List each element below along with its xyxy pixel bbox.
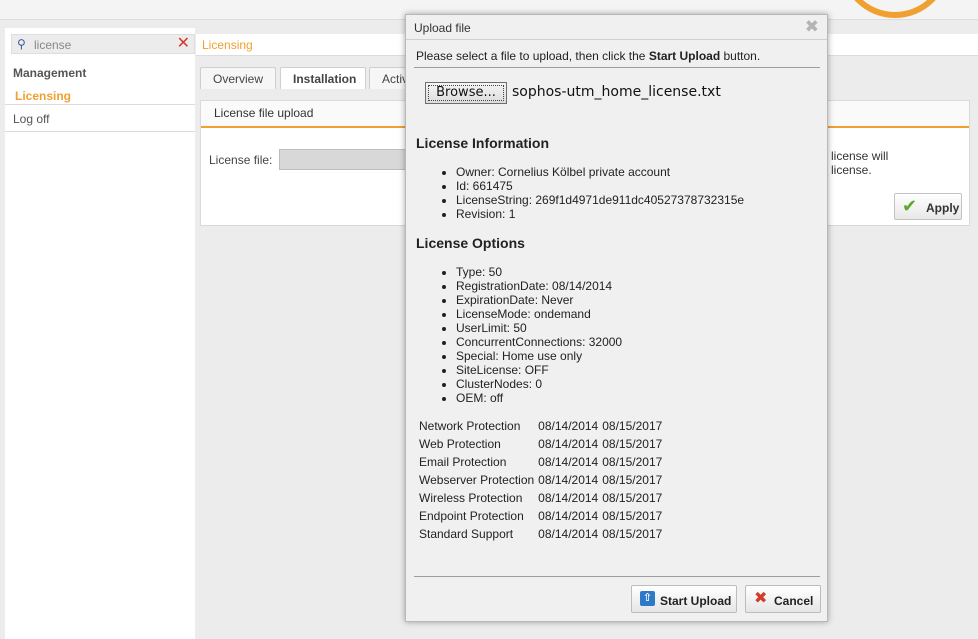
list-item: Owner: Cornelius Kölbel private account <box>456 165 744 179</box>
breadcrumb-licensing: Licensing <box>202 38 253 52</box>
start-upload-button[interactable]: ⇧ Start Upload <box>631 585 737 613</box>
left-navigation: ⚲ ✕ Management Licensing Log off <box>5 28 195 639</box>
product-name: Standard Support <box>419 527 514 541</box>
close-icon: ✖ <box>754 590 768 607</box>
instruction-prefix: Please select a file to upload, then cli… <box>416 49 649 63</box>
upload-file-dialog: Upload file ✖ Please select a file to up… <box>405 14 828 622</box>
table-row: Endpoint Protection 08/14/2014 08/15/2017 <box>417 507 664 525</box>
license-note-line2: license. <box>831 163 872 177</box>
list-item: Special: Home use only <box>456 349 622 363</box>
tab-installation[interactable]: Installation <box>280 67 366 89</box>
close-icon[interactable]: ✖ <box>805 17 819 37</box>
license-note-line1: license will <box>831 149 889 163</box>
license-information-title: License Information <box>416 135 550 151</box>
dialog-title: Upload file <box>414 21 471 35</box>
tab-activation[interactable]: Activ <box>369 67 409 89</box>
license-information-list: Owner: Cornelius Kölbel private account … <box>406 165 744 221</box>
license-file-label: License file: <box>209 153 273 167</box>
product-start: 08/14/2014 <box>538 437 599 451</box>
tab-overview[interactable]: Overview <box>200 67 276 89</box>
product-end: 08/15/2017 <box>602 509 663 523</box>
product-end: 08/15/2017 <box>602 491 663 505</box>
divider <box>406 39 827 40</box>
product-end: 08/15/2017 <box>602 455 663 469</box>
product-end: 08/15/2017 <box>602 437 663 451</box>
search-input[interactable] <box>34 36 174 53</box>
list-item: OEM: off <box>456 391 622 405</box>
table-row: Email Protection 08/14/2014 08/15/2017 <box>417 453 664 471</box>
product-start: 08/14/2014 <box>538 473 599 487</box>
list-item: RegistrationDate: 08/14/2014 <box>456 279 622 293</box>
panel-title: License file upload <box>214 106 314 120</box>
list-item: ClusterNodes: 0 <box>456 377 622 391</box>
start-upload-label: Start Upload <box>660 594 732 608</box>
table-row: Standard Support 08/14/2014 08/15/2017 <box>417 525 664 543</box>
product-start: 08/14/2014 <box>538 527 599 541</box>
divider <box>5 131 195 132</box>
product-start: 08/14/2014 <box>538 491 599 505</box>
browse-button[interactable]: Browse... <box>425 82 507 104</box>
divider <box>414 576 820 577</box>
product-table: Network Protection 08/14/2014 08/15/2017 W… <box>417 417 664 543</box>
product-name: Network Protection <box>419 419 521 433</box>
list-item: Revision: 1 <box>456 207 744 221</box>
search-icon: ⚲ <box>17 37 26 51</box>
list-item: UserLimit: 50 <box>456 321 622 335</box>
product-name: Endpoint Protection <box>419 509 524 523</box>
table-row: Network Protection 08/14/2014 08/15/2017 <box>417 417 664 435</box>
list-item: ExpirationDate: Never <box>456 293 622 307</box>
product-end: 08/15/2017 <box>602 419 663 433</box>
dialog-instruction: Please select a file to upload, then cli… <box>416 49 760 63</box>
cancel-label: Cancel <box>774 594 814 608</box>
apply-label: Apply <box>926 201 960 215</box>
license-options-title: License Options <box>416 235 525 251</box>
product-end: 08/15/2017 <box>602 473 663 487</box>
apply-button[interactable]: ✔ Apply <box>894 193 962 220</box>
divider <box>5 104 195 105</box>
product-name: Webserver Protection <box>419 473 535 487</box>
table-row: Webserver Protection 08/14/2014 08/15/2017 <box>417 471 664 489</box>
selected-filename: sophos-utm_home_license.txt <box>512 84 721 100</box>
instruction-suffix: button. <box>720 49 761 63</box>
license-file-field[interactable] <box>279 149 419 170</box>
nav-item-licensing[interactable]: Licensing <box>15 89 71 103</box>
divider <box>414 67 820 68</box>
list-item: ConcurrentConnections: 32000 <box>456 335 622 349</box>
product-name: Web Protection <box>419 437 501 451</box>
list-item: SiteLicense: OFF <box>456 363 622 377</box>
nav-category-management[interactable]: Management <box>13 66 86 80</box>
instruction-bold: Start Upload <box>648 49 721 63</box>
product-start: 08/14/2014 <box>538 455 599 469</box>
list-item: Id: 661475 <box>456 179 744 193</box>
license-options-list: Type: 50 RegistrationDate: 08/14/2014 Ex… <box>406 265 622 405</box>
product-start: 08/14/2014 <box>538 509 599 523</box>
product-end: 08/15/2017 <box>602 527 663 541</box>
checkmark-icon: ✔ <box>902 196 918 216</box>
list-item: LicenseString: 269f1d4971de911dc40527378… <box>456 193 744 207</box>
license-note: license will license. <box>831 149 888 177</box>
product-name: Email Protection <box>419 455 507 469</box>
clear-search-icon[interactable]: ✕ <box>177 35 190 53</box>
table-row: Web Protection 08/14/2014 08/15/2017 <box>417 435 664 453</box>
cancel-button[interactable]: ✖ Cancel <box>745 585 821 613</box>
search-box: ⚲ ✕ <box>11 34 195 54</box>
product-name: Wireless Protection <box>419 491 523 505</box>
product-start: 08/14/2014 <box>538 419 599 433</box>
nav-item-logoff[interactable]: Log off <box>13 112 49 126</box>
list-item: LicenseMode: ondemand <box>456 307 622 321</box>
list-item: Type: 50 <box>456 265 622 279</box>
logo-arc <box>840 0 950 18</box>
upload-icon: ⇧ <box>640 591 655 606</box>
table-row: Wireless Protection 08/14/2014 08/15/2017 <box>417 489 664 507</box>
